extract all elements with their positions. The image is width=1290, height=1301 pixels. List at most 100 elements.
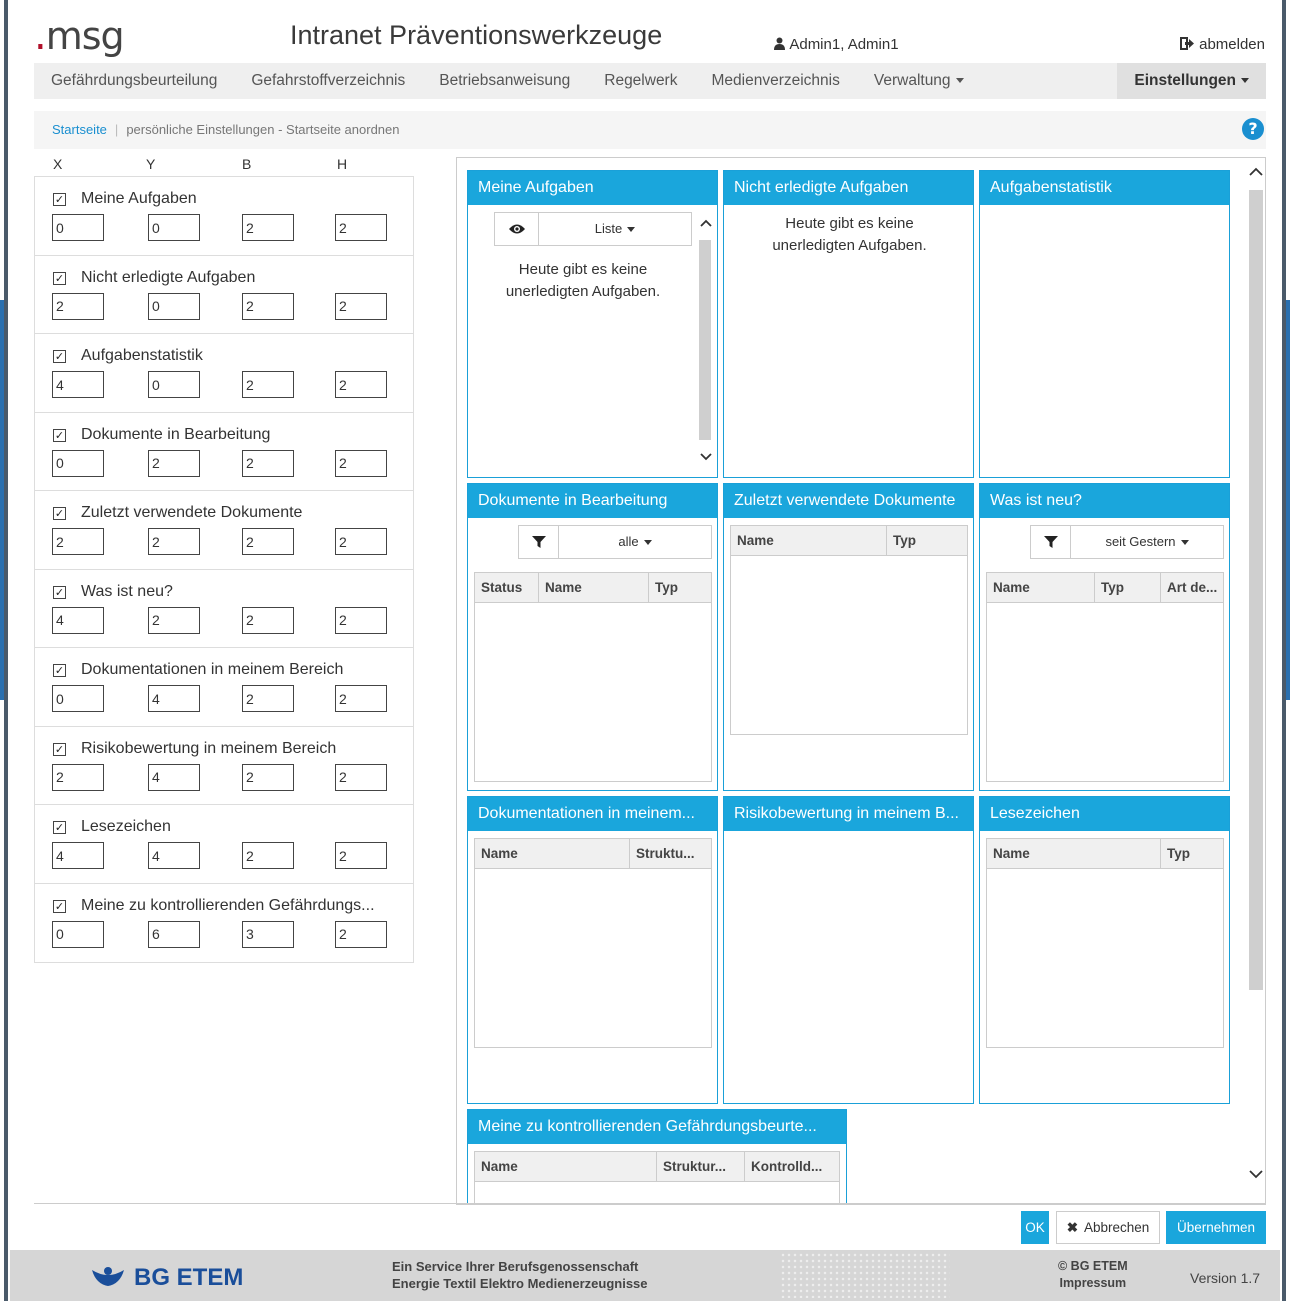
chevron-up-icon[interactable] [1245, 164, 1267, 178]
y-input[interactable] [148, 371, 200, 398]
breadcrumb-separator: | [114, 122, 119, 137]
column-header[interactable]: Name [475, 1152, 657, 1182]
nav-item-betriebsanweisung[interactable]: Betriebsanweisung [422, 63, 587, 99]
ok-button[interactable]: OK [1021, 1211, 1049, 1244]
b-input[interactable] [242, 528, 294, 555]
x-input[interactable] [52, 528, 104, 555]
checkbox[interactable]: ✓ [53, 664, 66, 677]
x-input[interactable] [52, 214, 104, 241]
checkbox[interactable]: ✓ [53, 507, 66, 520]
b-input[interactable] [242, 292, 294, 320]
logout-label: abmelden [1199, 36, 1265, 53]
h-input[interactable] [335, 685, 387, 712]
column-header[interactable]: Struktur... [657, 1152, 745, 1182]
b-input[interactable] [242, 842, 294, 869]
x-input[interactable] [52, 920, 104, 948]
bg-etem-logo[interactable]: BG ETEM [90, 1264, 243, 1292]
checkbox[interactable]: ✓ [53, 193, 66, 206]
column-header[interactable]: Art de... [1161, 573, 1223, 603]
h-input[interactable] [335, 842, 387, 869]
filter-select[interactable]: alle [559, 526, 711, 558]
column-header[interactable]: Name [731, 526, 887, 556]
column-header[interactable]: Typ [649, 573, 711, 603]
y-input[interactable] [148, 920, 200, 948]
view-select[interactable]: Liste [539, 213, 691, 245]
filter-icon[interactable] [519, 526, 559, 558]
column-header[interactable]: Typ [1161, 839, 1223, 869]
checkbox[interactable]: ✓ [53, 271, 66, 285]
column-header[interactable]: Typ [887, 526, 967, 556]
b-input[interactable] [242, 371, 294, 398]
column-header[interactable]: Struktu... [630, 839, 711, 869]
column-header[interactable]: Name [987, 573, 1095, 603]
b-input[interactable] [242, 449, 294, 477]
x-input[interactable] [52, 449, 104, 477]
y-input[interactable] [148, 292, 200, 320]
h-input[interactable] [335, 449, 387, 477]
column-header[interactable]: Name [475, 839, 630, 869]
b-input[interactable] [242, 920, 294, 948]
b-input[interactable] [242, 214, 294, 241]
breadcrumb-home-link[interactable]: Startseite [52, 122, 107, 137]
news-grid: Name Typ Art de... [986, 572, 1224, 782]
scroll-thumb[interactable] [1249, 190, 1263, 990]
logout-link[interactable]: abmelden [1179, 36, 1265, 53]
checkbox[interactable]: ✓ [53, 899, 66, 913]
h-input[interactable] [335, 920, 387, 948]
checkbox[interactable]: ✓ [53, 585, 66, 599]
apply-button[interactable]: Übernehmen [1166, 1211, 1266, 1244]
h-input[interactable] [335, 214, 387, 241]
chevron-down-icon[interactable] [699, 452, 713, 462]
x-input[interactable] [52, 842, 104, 869]
checkbox[interactable]: ✓ [53, 821, 66, 834]
b-input[interactable] [242, 685, 294, 712]
nav-item-gefaehrdungsbeurteilung[interactable]: Gefährdungsbeurteilung [34, 63, 234, 99]
impressum-link[interactable]: Impressum [1058, 1275, 1128, 1292]
checkbox[interactable]: ✓ [53, 742, 66, 756]
msg-logo[interactable]: .msg [34, 16, 125, 56]
column-header[interactable]: Kontrolld... [745, 1152, 839, 1182]
column-header[interactable]: Name [987, 839, 1161, 869]
checkbox[interactable]: ✓ [53, 428, 66, 442]
x-input[interactable] [52, 606, 104, 634]
b-input[interactable] [242, 763, 294, 791]
help-icon[interactable]: ? [1242, 118, 1264, 140]
column-header[interactable]: Typ [1095, 573, 1161, 603]
h-input[interactable] [335, 763, 387, 791]
nav-item-medienverzeichnis[interactable]: Medienverzeichnis [694, 63, 856, 99]
x-input[interactable] [52, 685, 104, 712]
h-input[interactable] [335, 371, 387, 398]
y-input[interactable] [148, 685, 200, 712]
column-header[interactable]: Status [475, 573, 539, 603]
h-input[interactable] [335, 528, 387, 555]
h-input[interactable] [335, 606, 387, 634]
column-header[interactable]: Name [539, 573, 649, 603]
chevron-down-icon[interactable] [1245, 1168, 1267, 1182]
preview-scrollbar[interactable] [1245, 150, 1267, 1200]
widget-scrollbar[interactable] [697, 212, 715, 468]
nav-item-gefahrstoffverzeichnis[interactable]: Gefahrstoffverzeichnis [234, 63, 422, 99]
scroll-thumb[interactable] [699, 240, 711, 440]
y-input[interactable] [148, 763, 200, 791]
checkbox[interactable]: ✓ [53, 350, 66, 363]
y-input[interactable] [148, 528, 200, 555]
filter-select[interactable]: seit Gestern [1071, 526, 1223, 558]
nav-item-regelwerk[interactable]: Regelwerk [587, 63, 694, 99]
user-info[interactable]: Admin1, Admin1 [773, 36, 899, 53]
eye-icon[interactable] [495, 213, 539, 245]
y-input[interactable] [148, 842, 200, 869]
x-input[interactable] [52, 292, 104, 320]
nav-item-verwaltung[interactable]: Verwaltung [857, 63, 981, 99]
y-input[interactable] [148, 606, 200, 634]
h-input[interactable] [335, 292, 387, 320]
x-input[interactable] [52, 763, 104, 791]
cancel-button[interactable]: ✖ Abbrechen [1056, 1211, 1160, 1244]
y-input[interactable] [148, 449, 200, 477]
filter-icon[interactable] [1031, 526, 1071, 558]
b-input[interactable] [242, 606, 294, 634]
y-input[interactable] [148, 214, 200, 241]
setting-row: ✓ Nicht erledigte Aufgaben [35, 256, 413, 334]
chevron-up-icon[interactable] [699, 218, 713, 228]
x-input[interactable] [52, 371, 104, 398]
nav-item-einstellungen[interactable]: Einstellungen [1117, 63, 1266, 99]
